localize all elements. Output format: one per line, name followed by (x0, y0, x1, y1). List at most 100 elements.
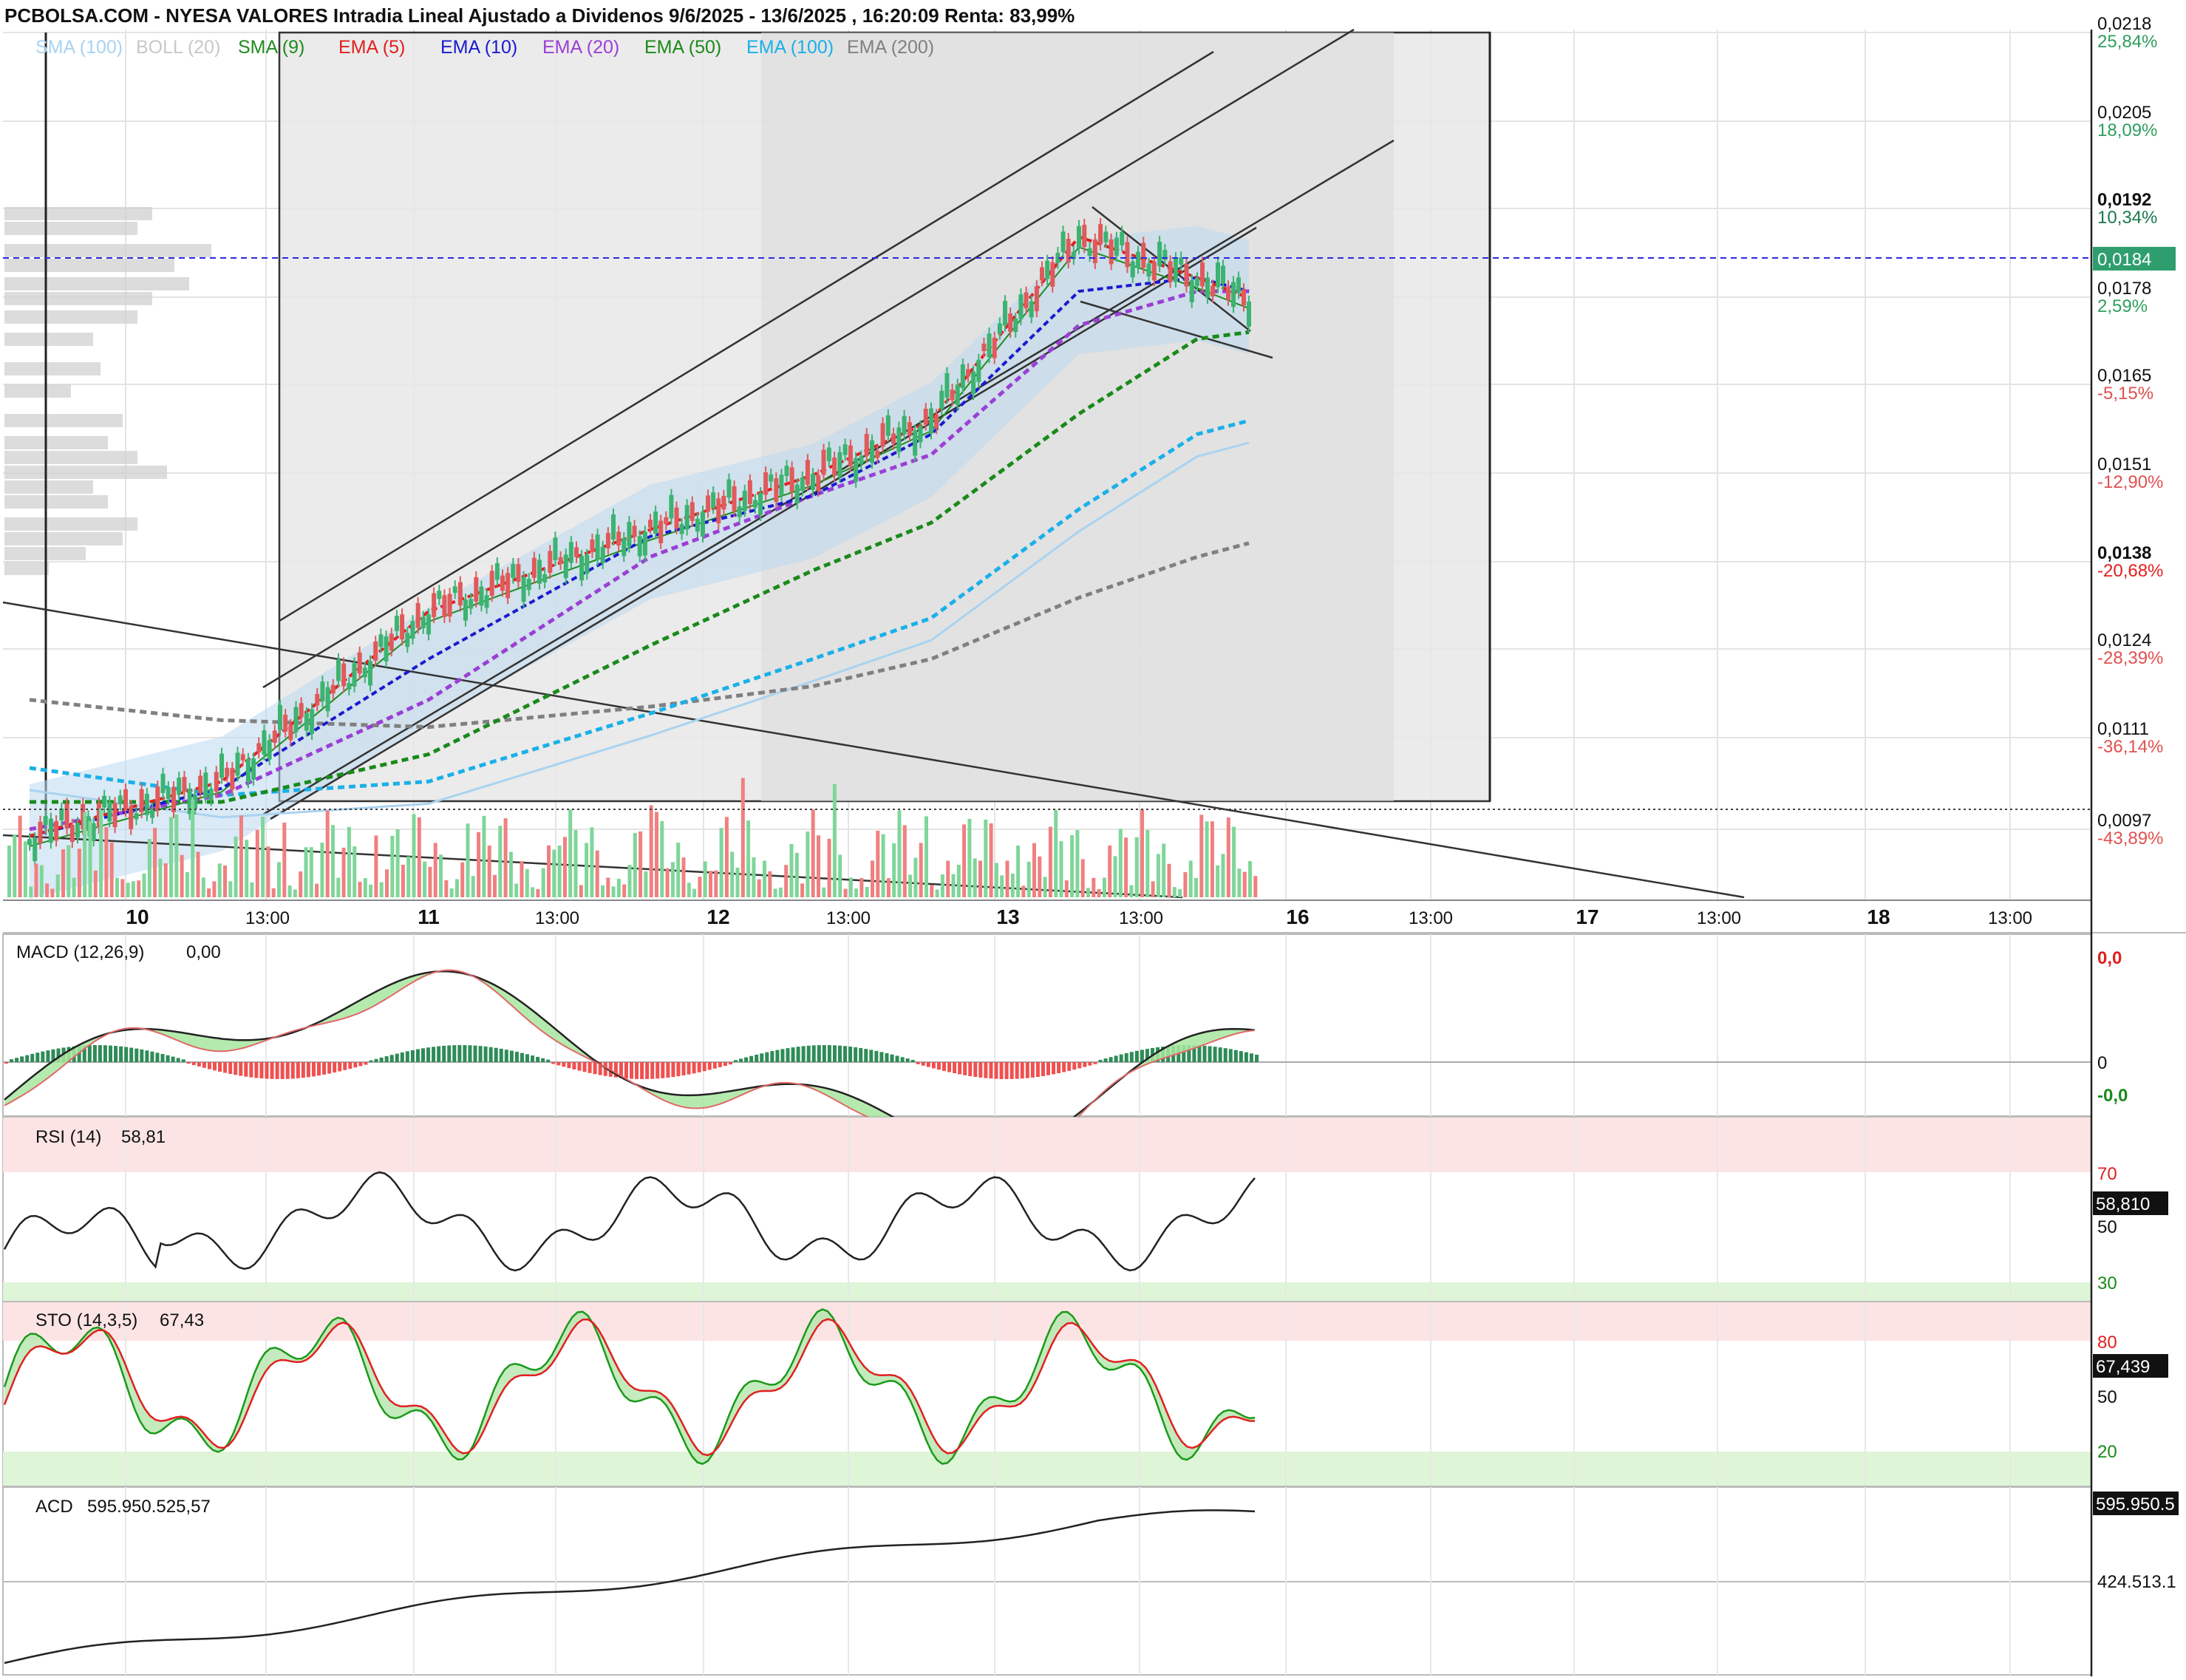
candle-body-216 (1173, 258, 1178, 282)
macd-hist-bar-180 (942, 1062, 946, 1071)
macd-hist-bar-229 (1197, 1045, 1202, 1062)
macd-hist-bar-207 (1083, 1062, 1087, 1067)
volume-bar-148 (806, 832, 810, 897)
pct-tick-0: 25,84% (2097, 32, 2157, 52)
volume-bar-189 (1026, 861, 1031, 897)
volume-profile-bar-0 (4, 207, 152, 220)
candle-body-229 (1242, 289, 1246, 306)
candle-body-230 (1247, 302, 1251, 327)
macd-hist-bar-102 (536, 1056, 540, 1062)
candle-body-177 (966, 369, 970, 377)
volume-profile-bar-13 (4, 466, 167, 479)
macd-hist-bar-121 (635, 1062, 639, 1079)
volume-bar-4 (29, 886, 33, 897)
volume-bar-6 (39, 865, 44, 897)
volume-bar-32 (180, 854, 184, 897)
macd-hist-bar-74 (389, 1055, 394, 1062)
volume-profile-bar-11 (4, 436, 108, 449)
candle-body-5 (54, 820, 59, 841)
acd-badge: 595.950.5 (2096, 1494, 2175, 1514)
candle-body-162 (885, 415, 891, 436)
volume-bar-19 (109, 842, 114, 897)
price-tick-1: 0,0205 (2097, 103, 2151, 123)
volume-bar-8 (50, 888, 55, 897)
candle-body-7 (64, 803, 69, 829)
volume-bar-106 (579, 885, 583, 897)
volume-bar-56 (309, 847, 313, 897)
volume-bar-92 (503, 818, 508, 897)
candle-body-32 (198, 775, 203, 794)
volume-bar-153 (832, 783, 837, 897)
volume-bar-9 (55, 874, 60, 897)
candle-body-8 (69, 824, 75, 843)
pct-tick-7: -28,39% (2097, 648, 2163, 668)
candle-body-12 (91, 823, 96, 841)
volume-bar-90 (493, 874, 497, 897)
candle-body-153 (837, 452, 842, 477)
volume-bar-133 (724, 817, 729, 897)
macd-hist-bar-63 (333, 1062, 337, 1073)
time-tick-9: 13:00 (1409, 908, 1453, 928)
volume-bar-131 (714, 870, 718, 897)
price-tick-4: 0,0165 (2097, 366, 2151, 386)
volume-bar-7 (45, 883, 50, 897)
volume-bar-57 (315, 883, 319, 897)
candle-body-74 (420, 616, 426, 628)
volume-profile-bar-12 (4, 451, 137, 464)
macd-hist-bar-48 (254, 1062, 259, 1078)
volume-bar-197 (1070, 835, 1075, 897)
volume-bar-210 (1140, 809, 1144, 897)
macd-hist-bar-85 (447, 1045, 452, 1062)
volume-bar-59 (325, 810, 330, 897)
candle-body-66 (378, 634, 384, 647)
macd-axis: 0,0 0 -0,0 (2097, 948, 2128, 1106)
candle-body-188 (1024, 292, 1029, 309)
sto-axis-80: 80 (2097, 1333, 2117, 1353)
volume-bar-126 (687, 882, 691, 897)
candle-body-63 (362, 667, 367, 678)
candle-body-70 (400, 614, 405, 640)
volume-bar-159 (865, 887, 869, 897)
candle-body-53 (310, 709, 315, 735)
candle-body-34 (208, 789, 214, 800)
volume-bar-192 (1043, 877, 1047, 897)
macd-hist-bar-214 (1119, 1054, 1123, 1062)
sto-axis: 80 67,439 50 20 (2093, 1333, 2168, 1462)
volume-bar-155 (843, 888, 848, 897)
volume-bar-36 (201, 877, 205, 897)
macd-hist-bar-28 (150, 1051, 154, 1062)
volume-bar-81 (444, 880, 449, 897)
volume-bar-83 (454, 879, 459, 897)
volume-profile-bar-8 (4, 362, 101, 375)
candle-body-90 (505, 573, 511, 599)
volume-bar-41 (228, 881, 233, 897)
macd-hist-bar-202 (1057, 1062, 1061, 1074)
macd-hist-bar-235 (1228, 1049, 1233, 1062)
candle-body-202 (1098, 224, 1103, 245)
candle-body-61 (352, 663, 357, 687)
volume-bar-118 (644, 871, 648, 897)
candle-body-190 (1034, 286, 1039, 312)
volume-bar-129 (703, 861, 707, 897)
volume-bar-75 (412, 814, 416, 897)
volume-bar-171 (930, 885, 934, 897)
volume-bar-46 (255, 829, 259, 897)
candle-body-158 (864, 434, 869, 457)
volume-bar-218 (1183, 871, 1188, 897)
candle-body-210 (1141, 242, 1146, 268)
candle-body-223 (1211, 285, 1215, 297)
volume-bar-64 (353, 846, 357, 897)
macd-hist-bar-93 (488, 1047, 493, 1062)
volume-bar-169 (919, 843, 923, 897)
candle-body-109 (605, 533, 610, 549)
macd-hist-bar-203 (1062, 1062, 1066, 1072)
volume-bar-44 (245, 840, 249, 897)
rsi-axis: 70 58,810 50 30 (2093, 1164, 2168, 1293)
candle-body-115 (637, 536, 642, 557)
pct-tick-6: -20,68% (2097, 561, 2163, 581)
candle-body-183 (997, 323, 1002, 334)
candle-body-0 (27, 839, 32, 846)
macd-hist-bar-163 (854, 1047, 858, 1062)
macd-hist-bar-171 (895, 1055, 899, 1062)
volume-bar-141 (768, 871, 772, 897)
